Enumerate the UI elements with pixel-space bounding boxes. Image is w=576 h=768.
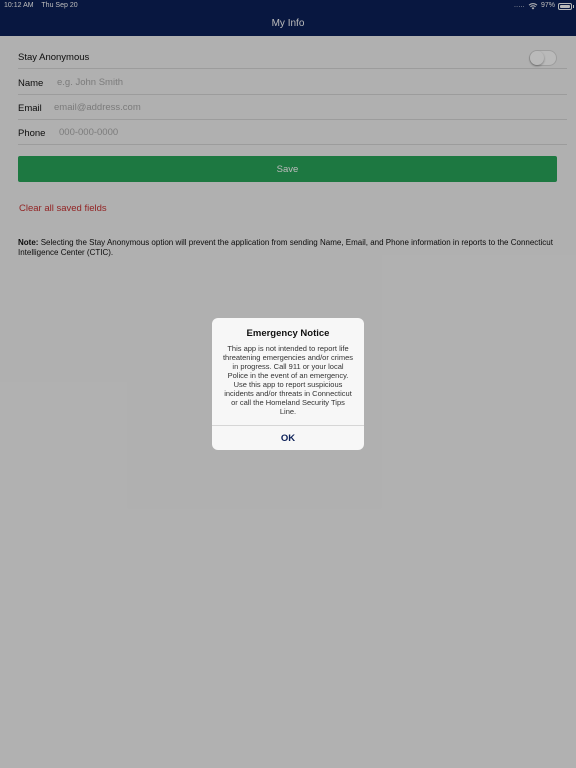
emergency-notice-alert: Emergency Notice This app is not intende…: [212, 318, 364, 450]
ok-button[interactable]: OK: [212, 426, 364, 450]
alert-message: This app is not intended to report life …: [222, 344, 354, 416]
alert-title: Emergency Notice: [246, 328, 330, 339]
